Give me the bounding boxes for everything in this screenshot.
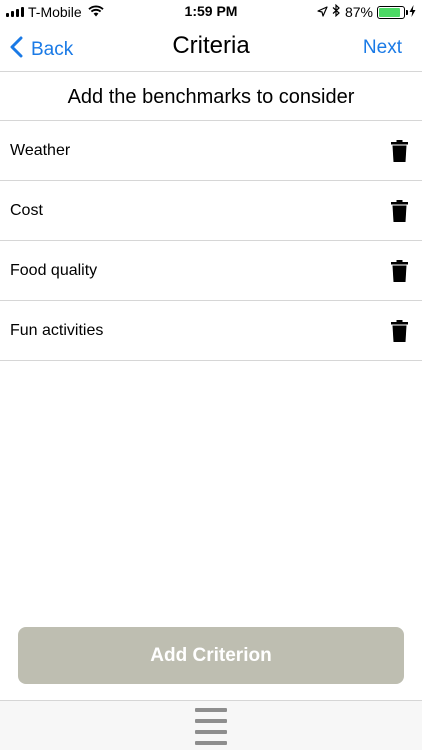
trash-icon[interactable] <box>391 140 408 167</box>
navigation-bar: Back Criteria Next <box>0 24 422 72</box>
bottom-toolbar <box>0 700 422 750</box>
status-bar: T-Mobile 1:59 PM 87% <box>0 0 422 24</box>
list-item[interactable]: Weather <box>0 121 422 181</box>
add-criterion-button[interactable]: Add Criterion <box>18 627 404 684</box>
list-item[interactable]: Food quality <box>0 241 422 301</box>
criterion-label: Weather <box>10 142 71 159</box>
status-bar-right: 87% <box>317 3 416 20</box>
criterion-label: Fun activities <box>10 322 104 339</box>
hamburger-menu-icon[interactable] <box>195 708 227 745</box>
list-item[interactable]: Fun activities <box>0 301 422 361</box>
next-button[interactable]: Next <box>363 37 402 59</box>
list-item[interactable]: Cost <box>0 181 422 241</box>
criteria-list: Weather Cost Food quality Fun activities <box>0 121 422 361</box>
battery-level-fill <box>379 7 400 17</box>
criterion-label: Cost <box>10 202 43 219</box>
battery-percentage: 87% <box>344 4 373 20</box>
trash-icon[interactable] <box>391 320 408 347</box>
location-arrow-icon <box>317 4 328 20</box>
battery-icon <box>377 5 408 19</box>
page-title: Criteria <box>172 32 250 59</box>
criterion-label: Food quality <box>10 262 98 279</box>
trash-icon[interactable] <box>391 260 408 287</box>
charging-bolt-icon <box>409 4 416 20</box>
trash-icon[interactable] <box>391 200 408 227</box>
bluetooth-icon <box>332 3 341 20</box>
section-subtitle: Add the benchmarks to consider <box>0 73 422 121</box>
